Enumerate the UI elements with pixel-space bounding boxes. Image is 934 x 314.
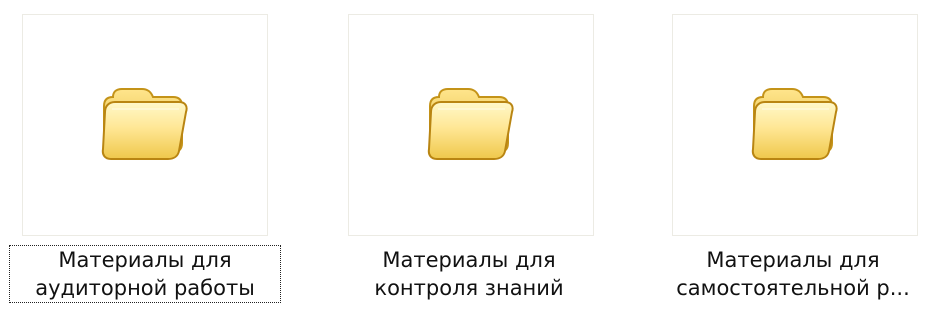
folder-label-line1: Материалы для <box>58 248 232 272</box>
folder-view: Материалы для аудиторной работы Материал… <box>0 0 934 314</box>
folder-icon <box>95 81 191 167</box>
folder-label-auditornaya-rabota[interactable]: Материалы для аудиторной работы <box>9 245 281 303</box>
folder-item-auditornaya-rabota[interactable]: Материалы для аудиторной работы <box>9 0 281 314</box>
folder-label-line2: аудиторной работы <box>35 276 255 300</box>
folder-label-kontrol-znaniy[interactable]: Материалы для контроля знаний <box>334 246 604 302</box>
folder-label-samostoyatelnaya-rabota[interactable]: Материалы для самостоятельной р... <box>658 246 928 302</box>
folder-item-samostoyatelnaya-rabota[interactable]: Материалы для самостоятельной р... <box>658 0 928 314</box>
folder-item-kontrol-znaniy[interactable]: Материалы для контроля знаний <box>334 0 604 314</box>
folder-label-line1: Материалы для <box>706 248 880 272</box>
thumbnail-frame[interactable] <box>22 14 268 236</box>
folder-label-line2: контроля знаний <box>374 276 564 300</box>
folder-icon <box>421 81 517 167</box>
thumbnail-frame[interactable] <box>348 14 594 236</box>
folder-icon <box>745 81 841 167</box>
folder-label-line1: Материалы для <box>382 248 556 272</box>
folder-label-line2: самостоятельной р... <box>676 276 910 300</box>
thumbnail-frame[interactable] <box>672 14 918 236</box>
